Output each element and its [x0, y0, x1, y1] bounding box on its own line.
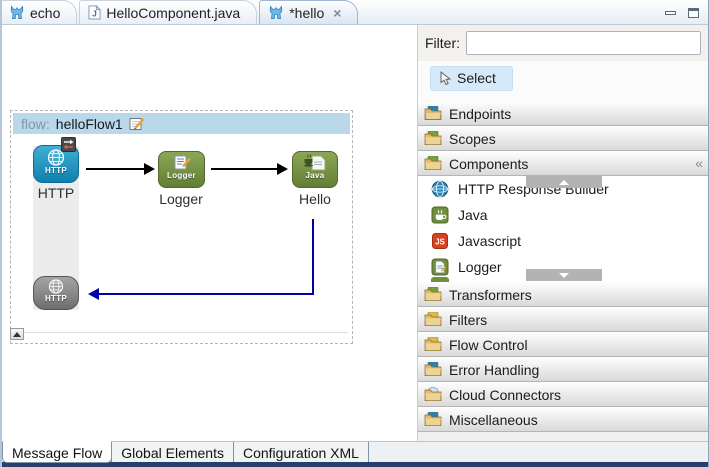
palette-section-label: Scopes [449, 131, 496, 147]
response-connector-horizontal [99, 293, 314, 295]
node-label-hello: Hello [282, 191, 348, 207]
tab-message-flow[interactable]: Message Flow [2, 441, 112, 463]
palette-item-javascript[interactable]: JS Javascript [418, 228, 709, 254]
palette-section-label: Filters [449, 312, 487, 328]
svg-text:JS: JS [435, 238, 445, 247]
palette-select-row: Select [418, 61, 709, 101]
folder-icon [424, 362, 442, 377]
select-label: Select [457, 70, 496, 86]
flow-name: helloFlow1 [56, 116, 123, 132]
node-icon-text: Java [306, 171, 325, 180]
node-icon-text: Logger [167, 171, 196, 180]
flow-section-divider [24, 332, 348, 334]
editor-tab-bar: echo J HelloComponent.java *hello × [0, 0, 709, 25]
palette-section-label: Components [449, 156, 528, 172]
palette-item-label: Logger [458, 259, 502, 275]
palette-section-components[interactable]: Components « [418, 151, 709, 176]
folder-icon [424, 156, 442, 171]
folder-icon [424, 412, 442, 427]
flow-connector-2 [211, 168, 277, 170]
flow-header[interactable]: flow: helloFlow1 [13, 113, 350, 134]
palette-section-scopes[interactable]: Scopes [418, 126, 709, 151]
palette-section-flow-control[interactable]: Flow Control [418, 332, 709, 357]
tab-echo[interactable]: echo [0, 0, 77, 24]
palette-section-miscellaneous[interactable]: Miscellaneous [418, 407, 709, 432]
tab-global-elements[interactable]: Global Elements [111, 442, 234, 463]
folder-icon [424, 106, 442, 121]
palette-components-list: HTTP Response Builder Java JS Javascript… [418, 176, 709, 282]
studio-editor-window: echo J HelloComponent.java *hello × flow… [0, 0, 709, 467]
tab-label: Configuration XML [243, 445, 359, 461]
tab-label: *hello [289, 5, 324, 21]
palette-panel: Filter: Select Endpoints Scopes Componen… [417, 25, 709, 441]
node-label-logger: Logger [148, 191, 214, 207]
palette-section-label: Miscellaneous [449, 412, 538, 428]
java-component-node[interactable]: Java [292, 151, 338, 188]
palette-section-filters[interactable]: Filters [418, 307, 709, 332]
palette-item-java[interactable]: Java [418, 202, 709, 228]
node-icon-text: HTTP [45, 294, 67, 303]
palette-section-label: Endpoints [449, 106, 511, 122]
maximize-icon[interactable] [688, 8, 699, 18]
select-tool-button[interactable]: Select [430, 66, 513, 91]
view-controls [665, 8, 709, 24]
window-left-border [0, 0, 2, 467]
palette-section-label: Flow Control [449, 337, 528, 353]
close-icon[interactable]: × [333, 8, 341, 18]
palette-item-label: Javascript [458, 233, 521, 249]
tab-label: echo [30, 5, 60, 21]
svg-text:J: J [93, 9, 98, 19]
mule-icon [9, 5, 25, 20]
folder-icon [424, 337, 442, 352]
cursor-icon [439, 71, 451, 86]
filter-input[interactable] [466, 31, 701, 55]
message-flow-canvas[interactable]: flow: helloFlow1 HTTP HTTP Logger Logger… [2, 25, 417, 441]
palette-section-transformers[interactable]: Transformers [418, 282, 709, 307]
scroll-up-button[interactable] [526, 176, 602, 188]
palette-section-cloud-connectors[interactable]: Cloud Connectors [418, 382, 709, 407]
js-icon: JS [431, 232, 449, 250]
minimize-icon[interactable] [665, 11, 676, 15]
java-file-icon: J [88, 5, 101, 20]
palette-section-label: Error Handling [449, 362, 539, 378]
folder-icon [424, 287, 442, 302]
tab-label: HelloComponent.java [106, 5, 240, 21]
tab-configuration-xml[interactable]: Configuration XML [233, 442, 369, 463]
palette-section-endpoints[interactable]: Endpoints [418, 101, 709, 126]
edit-flow-name-icon[interactable] [129, 116, 146, 131]
logger-node[interactable]: Logger [158, 151, 205, 188]
logger-icon [431, 258, 449, 276]
globe-icon [431, 180, 449, 198]
node-icon-text: HTTP [45, 166, 67, 175]
two-way-exchange-icon[interactable] [61, 137, 76, 152]
filter-label: Filter: [425, 35, 460, 51]
logger-doc-icon [172, 155, 192, 171]
tab-label: Message Flow [12, 445, 102, 461]
tab-hellocomponent-java[interactable]: J HelloComponent.java [79, 0, 257, 24]
tab-hello[interactable]: *hello × [259, 0, 358, 24]
flow-title-prefix: flow: [21, 116, 50, 132]
cloud-folder-icon [424, 387, 442, 402]
palette-item-label: Java [458, 207, 488, 223]
palette-section-label: Cloud Connectors [449, 387, 561, 403]
scroll-down-button[interactable] [526, 269, 602, 281]
editor-mode-tab-bar: Message Flow Global Elements Configurati… [0, 441, 709, 462]
mule-icon [268, 5, 284, 20]
tab-label: Global Elements [121, 445, 224, 461]
palette-filter-row: Filter: [418, 25, 709, 61]
palette-section-label: Transformers [449, 287, 532, 303]
folder-icon [424, 312, 442, 327]
http-response-node[interactable]: HTTP [33, 276, 79, 310]
palette-section-error-handling[interactable]: Error Handling [418, 357, 709, 382]
collapse-palette-icon[interactable]: « [695, 155, 703, 171]
collapse-response-button[interactable] [10, 328, 24, 340]
globe-icon [46, 279, 66, 294]
response-connector-vertical [312, 219, 314, 294]
folder-icon [424, 131, 442, 146]
java-doc-icon [303, 154, 327, 171]
flow-connector-1 [86, 168, 144, 170]
java-icon [431, 206, 449, 224]
node-label-http: HTTP [23, 185, 89, 201]
